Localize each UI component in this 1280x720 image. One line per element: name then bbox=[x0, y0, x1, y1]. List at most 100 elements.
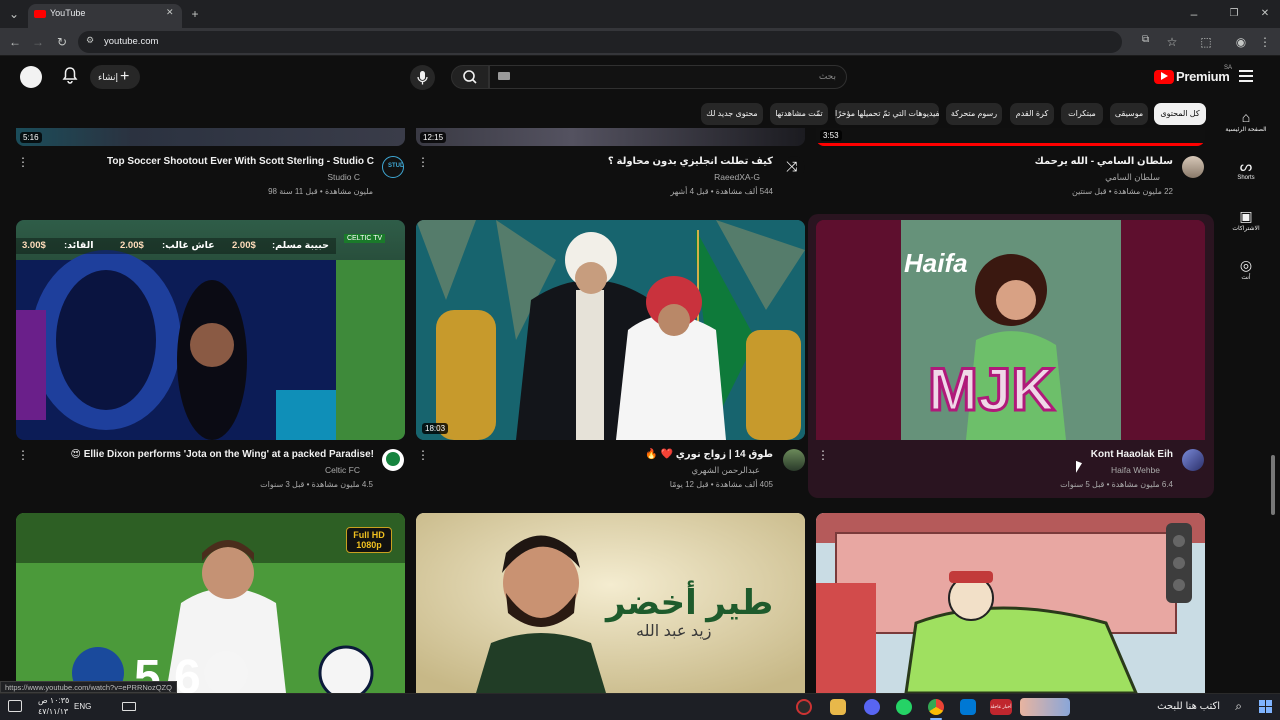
app-icon-folder[interactable] bbox=[830, 699, 846, 715]
filter-chip-bar: كل المحتوى موسيقى مبتكرات كرة القدم رسوم… bbox=[0, 100, 1215, 128]
video-thumbnail[interactable]: 5:16 bbox=[16, 128, 405, 146]
search-input[interactable]: بحث bbox=[489, 65, 847, 89]
back-icon[interactable]: ← bbox=[6, 33, 24, 51]
video-title[interactable]: Kont Haaolak Eih bbox=[1091, 449, 1173, 460]
create-button[interactable]: إنشاء + bbox=[90, 65, 140, 89]
app-icon-whatsapp[interactable] bbox=[896, 699, 912, 715]
extensions-icon[interactable]: ⬚ bbox=[1197, 33, 1215, 51]
video-duration: 5:16 bbox=[20, 132, 42, 143]
video-title[interactable]: Top Soccer Shootout Ever With Scott Ster… bbox=[107, 156, 374, 167]
create-label: إنشاء bbox=[98, 72, 119, 82]
channel-name[interactable]: Celtic FC bbox=[325, 465, 360, 475]
voice-search-button[interactable] bbox=[410, 65, 435, 90]
thumbnail-art bbox=[816, 513, 1205, 693]
notification-center-icon[interactable] bbox=[8, 700, 22, 712]
forward-icon[interactable]: → bbox=[29, 33, 47, 51]
channel-avatar[interactable] bbox=[783, 449, 805, 471]
chip-music[interactable]: موسيقى bbox=[1110, 103, 1148, 125]
chip-mixes[interactable]: مبتكرات bbox=[1061, 103, 1103, 125]
channel-avatar[interactable]: STUDIO bbox=[382, 156, 404, 178]
home-icon: ⌂ bbox=[1241, 109, 1251, 125]
app-icon-obs[interactable] bbox=[796, 699, 812, 715]
language-indicator[interactable]: ENG bbox=[74, 702, 91, 711]
browser-tab-youtube[interactable]: YouTube ✕ bbox=[28, 4, 182, 28]
video-meta: 4.5 مليون مشاهدة • قبل 3 سنوات bbox=[260, 480, 373, 489]
channel-name[interactable]: Haifa Wehbe bbox=[1111, 465, 1160, 475]
sidebar-item-subscriptions[interactable]: ▣ الاشتراكات bbox=[1222, 207, 1270, 232]
video-menu-icon[interactable]: ⋮ bbox=[417, 156, 429, 168]
site-info-icon[interactable]: ⚙ bbox=[86, 35, 94, 46]
channel-name[interactable]: Studio C bbox=[327, 172, 360, 182]
video-thumbnail[interactable]: CELTIC TV 3.00$ القائد: 2.00$ عاش غالب: … bbox=[16, 220, 405, 440]
address-bar[interactable]: ⚙ youtube.com ⧉ bbox=[78, 31, 1149, 53]
reload-icon[interactable]: ↻ bbox=[53, 33, 71, 51]
mouse-cursor-icon bbox=[1076, 460, 1082, 476]
clock-date[interactable]: ٤٧/١١/١٣ bbox=[38, 707, 68, 716]
clock-time[interactable]: ١٠:٣٥ ص bbox=[38, 696, 69, 705]
chrome-menu-icon[interactable]: ⋮ bbox=[1256, 33, 1274, 51]
account-avatar[interactable] bbox=[20, 66, 42, 88]
weather-widget[interactable] bbox=[1020, 698, 1070, 716]
youtube-premium-logo[interactable]: Premium SA bbox=[1154, 65, 1234, 87]
channel-avatar[interactable] bbox=[1182, 156, 1204, 178]
watch-progress-bar bbox=[816, 143, 1205, 146]
chip-cartoons[interactable]: رسوم متحركة bbox=[946, 103, 1002, 125]
video-thumbnail[interactable]: Haifa MJK bbox=[816, 220, 1205, 440]
install-app-icon[interactable]: ⧉ bbox=[1142, 34, 1149, 45]
video-title[interactable]: سلطان السامي - الله يرحمك bbox=[1035, 156, 1173, 167]
channel-avatar[interactable]: ⤨ bbox=[783, 156, 805, 178]
chip-new-to-you[interactable]: محتوى جديد لك bbox=[701, 103, 763, 125]
channel-name[interactable]: عبدالرحمن الشهري bbox=[691, 465, 760, 476]
video-thumbnail[interactable]: 3:53 bbox=[816, 128, 1205, 146]
art-script: Haifa bbox=[904, 248, 968, 278]
video-thumbnail[interactable] bbox=[816, 513, 1205, 693]
keyboard-icon[interactable] bbox=[122, 702, 136, 711]
new-tab-icon[interactable]: + bbox=[186, 5, 204, 23]
video-title[interactable]: 😍 Ellie Dixon performs 'Jota on the Wing… bbox=[70, 449, 374, 460]
app-icon-chrome[interactable] bbox=[928, 699, 944, 715]
chip-football[interactable]: كرة القدم bbox=[1010, 103, 1054, 125]
video-thumbnail[interactable]: 18:03 bbox=[416, 220, 805, 440]
restore-icon[interactable]: ❐ bbox=[1225, 5, 1243, 23]
page-scrollbar[interactable] bbox=[1271, 455, 1275, 515]
chip-recently-uploaded[interactable]: الفيديوهات التي تمّ تحميلها مؤخرًا bbox=[835, 103, 939, 125]
window-close-icon[interactable]: ✕ bbox=[1256, 5, 1274, 23]
video-thumbnail[interactable]: 5 6 Full HD 1080p bbox=[16, 513, 405, 693]
video-menu-icon[interactable]: ⋮ bbox=[17, 156, 29, 168]
tab-search-icon[interactable]: ⌄ bbox=[5, 5, 23, 23]
video-menu-icon[interactable]: ⋮ bbox=[17, 449, 29, 461]
minimize-icon[interactable]: – bbox=[1185, 5, 1203, 23]
windows-start-icon[interactable] bbox=[1259, 700, 1273, 714]
bookmark-star-icon[interactable]: ☆ bbox=[1163, 33, 1181, 51]
you-icon: ◎ bbox=[1239, 257, 1253, 273]
tab-close-icon[interactable]: ✕ bbox=[166, 7, 174, 18]
app-icon-mail[interactable] bbox=[960, 699, 976, 715]
chip-all[interactable]: كل المحتوى bbox=[1154, 103, 1206, 125]
taskbar-search-box[interactable]: اكتب هنا للبحث ⌕ bbox=[1078, 694, 1248, 720]
app-icon-news[interactable]: أخبار عاجلة bbox=[990, 699, 1012, 715]
video-menu-icon[interactable]: ⋮ bbox=[417, 449, 429, 461]
channel-name[interactable]: سلطان السامي bbox=[1105, 172, 1160, 183]
channel-name[interactable]: RaeedXA-G bbox=[714, 172, 760, 182]
search-button[interactable] bbox=[451, 65, 489, 89]
sidebar-label: أنت bbox=[1241, 275, 1251, 281]
channel-avatar[interactable] bbox=[382, 449, 404, 471]
channel-avatar[interactable] bbox=[1182, 449, 1204, 471]
video-menu-icon[interactable]: ⋮ bbox=[817, 449, 829, 461]
video-thumbnail[interactable]: 12:15 bbox=[416, 128, 805, 146]
keyboard-icon[interactable] bbox=[498, 72, 510, 80]
profile-icon[interactable]: ◉ bbox=[1232, 33, 1250, 51]
sidebar-item-you[interactable]: ◎ أنت bbox=[1222, 256, 1270, 281]
video-title[interactable]: طوق 14 | زواج نوري ❤️ 🔥 bbox=[645, 449, 773, 460]
notifications-icon[interactable] bbox=[61, 66, 79, 84]
app-icon-discord[interactable] bbox=[864, 699, 880, 715]
video-title[interactable]: كيف تطلت انجليزي بدون محاولة ؟ bbox=[608, 156, 773, 167]
sidebar-item-shorts[interactable]: ᔕ Shorts bbox=[1222, 157, 1270, 181]
chip-watched[interactable]: تمّت مشاهدتها bbox=[770, 103, 828, 125]
video-duration: 3:53 bbox=[820, 130, 842, 141]
art-text: MJK bbox=[928, 356, 1055, 423]
sidebar-item-home[interactable]: ⌂ الصفحة الرئيسية bbox=[1222, 108, 1270, 133]
link-status-bar: https://www.youtube.com/watch?v=ePRRNozQ… bbox=[0, 681, 177, 693]
guide-menu-icon[interactable] bbox=[1239, 70, 1253, 82]
video-thumbnail[interactable]: طير أخضر زيد عبد الله bbox=[416, 513, 805, 693]
